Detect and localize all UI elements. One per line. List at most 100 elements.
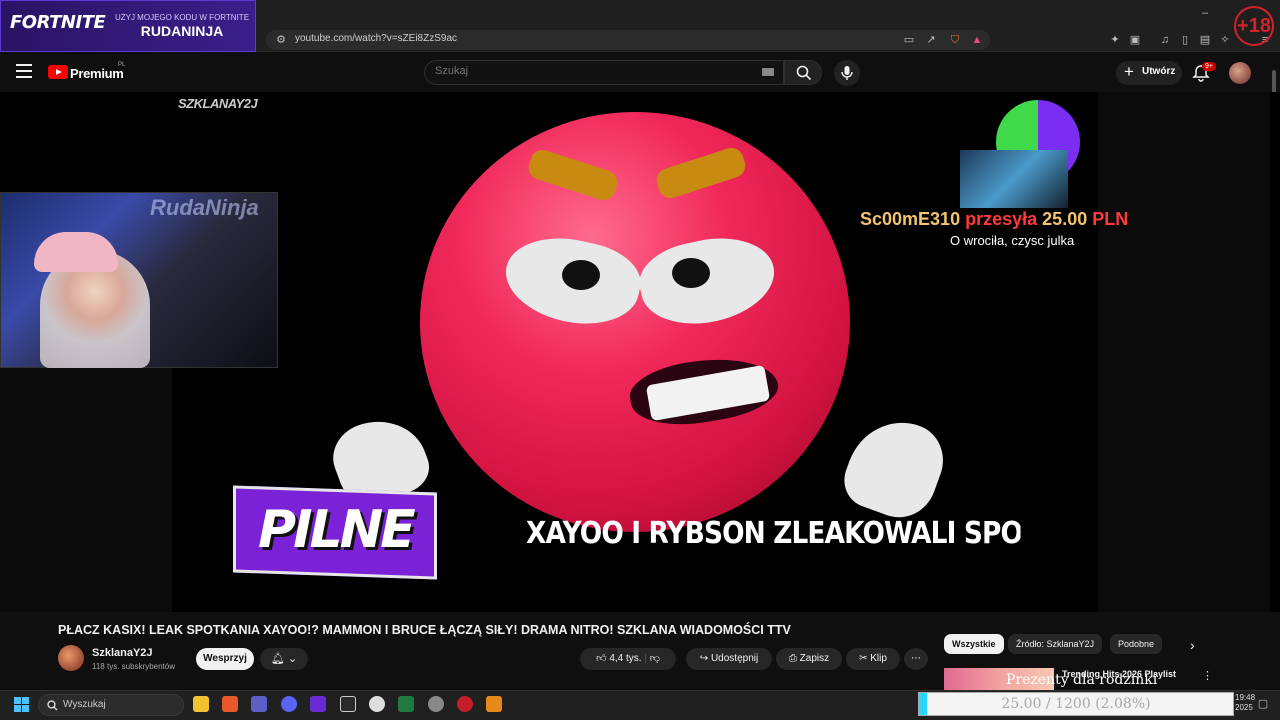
donation-goal-bar: 25.00 / 1200 (2.08%) xyxy=(918,692,1234,716)
angry-emoji-face xyxy=(420,112,850,532)
keyboard-icon[interactable] xyxy=(762,68,774,76)
steam-icon[interactable] xyxy=(369,696,385,712)
like-dislike-group[interactable]: 👍︎ 4,4 tys. | 👎︎ xyxy=(580,648,676,670)
share-page-icon[interactable]: ↗ xyxy=(924,33,938,47)
recommended-video-title[interactable]: Trending Hits 2026 Playlist xyxy=(1062,669,1176,679)
microphone-icon xyxy=(841,66,853,80)
address-url: youtube.com/watch?v=sZEi8ZzS9ac xyxy=(295,33,458,44)
youtube-premium-label[interactable]: Premium xyxy=(70,66,124,81)
streamer-pink-hat xyxy=(34,232,118,272)
save-label: Zapisz xyxy=(799,653,830,664)
vlc-icon[interactable] xyxy=(486,696,502,712)
screenshot-icon[interactable]: ▣ xyxy=(1128,33,1142,47)
donation-message: O wrociła, czysc julka xyxy=(950,233,1075,248)
nzxt-icon[interactable] xyxy=(310,696,326,712)
rewards-icon[interactable]: ▲ xyxy=(970,33,984,47)
chatgpt-icon[interactable] xyxy=(428,696,444,712)
fortnite-creator-code: RUDANINJA xyxy=(140,23,224,39)
share-icon: ↪ xyxy=(699,653,709,664)
system-clock[interactable]: 19:48 2025 xyxy=(1235,693,1255,713)
discord-icon[interactable] xyxy=(281,696,297,712)
like-count: 4,4 tys. xyxy=(609,653,642,664)
clip-button[interactable]: ✂ Klip xyxy=(846,648,900,670)
wallet-icon[interactable]: ▤ xyxy=(1198,33,1212,47)
support-button[interactable]: Wesprzyj xyxy=(196,648,254,670)
clock-time: 19:48 xyxy=(1235,693,1256,702)
search-input[interactable] xyxy=(435,65,755,77)
subscription-bell-button[interactable]: 🔔︎ ⌄ xyxy=(260,648,308,670)
donation-goal-text: 25.00 / 1200 (2.08%) xyxy=(1001,696,1151,712)
share-label: Udostępnij xyxy=(710,653,759,664)
news-ticker: XAYOO I RYBSON ZLEAKOWALI SPOTKANIE ( xyxy=(526,516,1021,551)
logitech-icon[interactable] xyxy=(340,696,356,712)
channel-watermark: SZKLANAY2J xyxy=(178,96,258,111)
file-explorer-icon[interactable] xyxy=(193,696,209,712)
chevron-right-icon[interactable]: › xyxy=(1190,637,1195,653)
channel-avatar[interactable] xyxy=(58,645,84,671)
fortnite-code-caption: UŻYJ MOJEGO KODU W FORTNITE xyxy=(114,13,250,22)
emoji-right-pupil xyxy=(672,258,710,288)
notification-center-icon[interactable]: ▢ xyxy=(1256,697,1270,711)
cast-icon[interactable]: ▭ xyxy=(902,33,916,47)
extensions-icon[interactable]: ✦ xyxy=(1108,33,1122,47)
leo-icon[interactable]: ✧ xyxy=(1218,33,1232,47)
brave-shield-icon[interactable]: ⛉ xyxy=(948,33,962,47)
clip-label: Klip xyxy=(870,653,887,664)
donation-verb: przesyła xyxy=(965,209,1038,229)
scissors-icon: ✂ xyxy=(859,653,868,664)
donation-currency: PLN xyxy=(1092,209,1129,229)
create-label: Utwórz xyxy=(1142,66,1176,77)
clock-date: 2025 xyxy=(1235,703,1253,712)
chevron-down-icon: ⌄ xyxy=(287,653,298,665)
save-button[interactable]: ⎙ Zapisz xyxy=(776,648,842,670)
more-vertical-icon[interactable]: ⋮ xyxy=(1202,669,1213,682)
media-icon[interactable]: ♫ xyxy=(1158,33,1172,47)
teams-icon[interactable] xyxy=(251,696,267,712)
create-button[interactable]: + Utwórz xyxy=(1116,61,1182,85)
hamburger-menu-icon[interactable] xyxy=(16,64,32,78)
voice-search-button[interactable] xyxy=(834,60,860,86)
age-rating-badge: +18 xyxy=(1234,6,1274,46)
account-avatar[interactable] xyxy=(1229,62,1251,84)
taskbar-search[interactable]: Wyszukaj xyxy=(38,694,184,716)
donation-amount: 25.00 xyxy=(1042,209,1088,229)
search-button[interactable] xyxy=(784,60,822,85)
more-actions-button[interactable]: ⋯ xyxy=(904,648,928,670)
excel-icon[interactable] xyxy=(398,696,414,712)
video-title: PŁACZ KASIX! LEAK SPOTKANIA XAYOO!? MAMM… xyxy=(58,623,791,637)
subscriber-count: 118 tys. subskrybentów xyxy=(92,662,176,671)
thumbs-down-icon[interactable]: 👎︎ xyxy=(650,653,660,664)
bookmark-icon: ⎙ xyxy=(788,653,797,664)
video-right-panel xyxy=(1098,92,1270,612)
video-left-panel xyxy=(0,368,172,612)
plus-icon: + xyxy=(1124,62,1134,81)
webcam-neon-sign: RudaNinja xyxy=(150,195,259,220)
fortnite-logo: FORTNITE xyxy=(10,12,106,33)
notifications-count-badge: 9+ xyxy=(1202,62,1216,71)
region-code: PL xyxy=(118,62,126,68)
brave-browser-icon[interactable] xyxy=(222,696,238,712)
chip-source[interactable]: Źródło: SzklanaY2J xyxy=(1008,634,1103,654)
channel-name[interactable]: SzklanaY2J xyxy=(92,647,153,659)
pdf-reader-icon[interactable] xyxy=(457,696,473,712)
donor-name: Sc00mE310 xyxy=(860,209,961,229)
bell-icon: 🔔︎ xyxy=(270,653,285,665)
youtube-logo-icon[interactable] xyxy=(48,65,68,79)
site-settings-icon[interactable]: ⚙ xyxy=(274,33,288,47)
emoji-left-pupil xyxy=(562,260,600,290)
search-icon xyxy=(47,700,58,711)
urgent-news-label: PILNE xyxy=(258,500,416,560)
search-box[interactable] xyxy=(424,60,784,85)
donation-alert-clip xyxy=(960,150,1068,208)
search-icon xyxy=(796,65,812,81)
taskbar-search-placeholder: Wyszukaj xyxy=(63,699,106,710)
donation-alert-line: Sc00mE310 przesyła 25.00 PLN xyxy=(860,209,1128,230)
thumbs-up-icon: 👍︎ xyxy=(596,653,607,664)
share-button[interactable]: ↪ Udostępnij xyxy=(686,648,772,670)
minimize-icon[interactable]: – xyxy=(1198,6,1212,20)
more-horizontal-icon: ⋯ xyxy=(911,653,921,664)
windows-start-icon[interactable] xyxy=(14,697,29,712)
chip-similar[interactable]: Podobne xyxy=(1110,634,1163,654)
chip-all[interactable]: Wszystkie xyxy=(944,634,1004,654)
sidebar-icon[interactable]: ▯ xyxy=(1178,33,1192,47)
